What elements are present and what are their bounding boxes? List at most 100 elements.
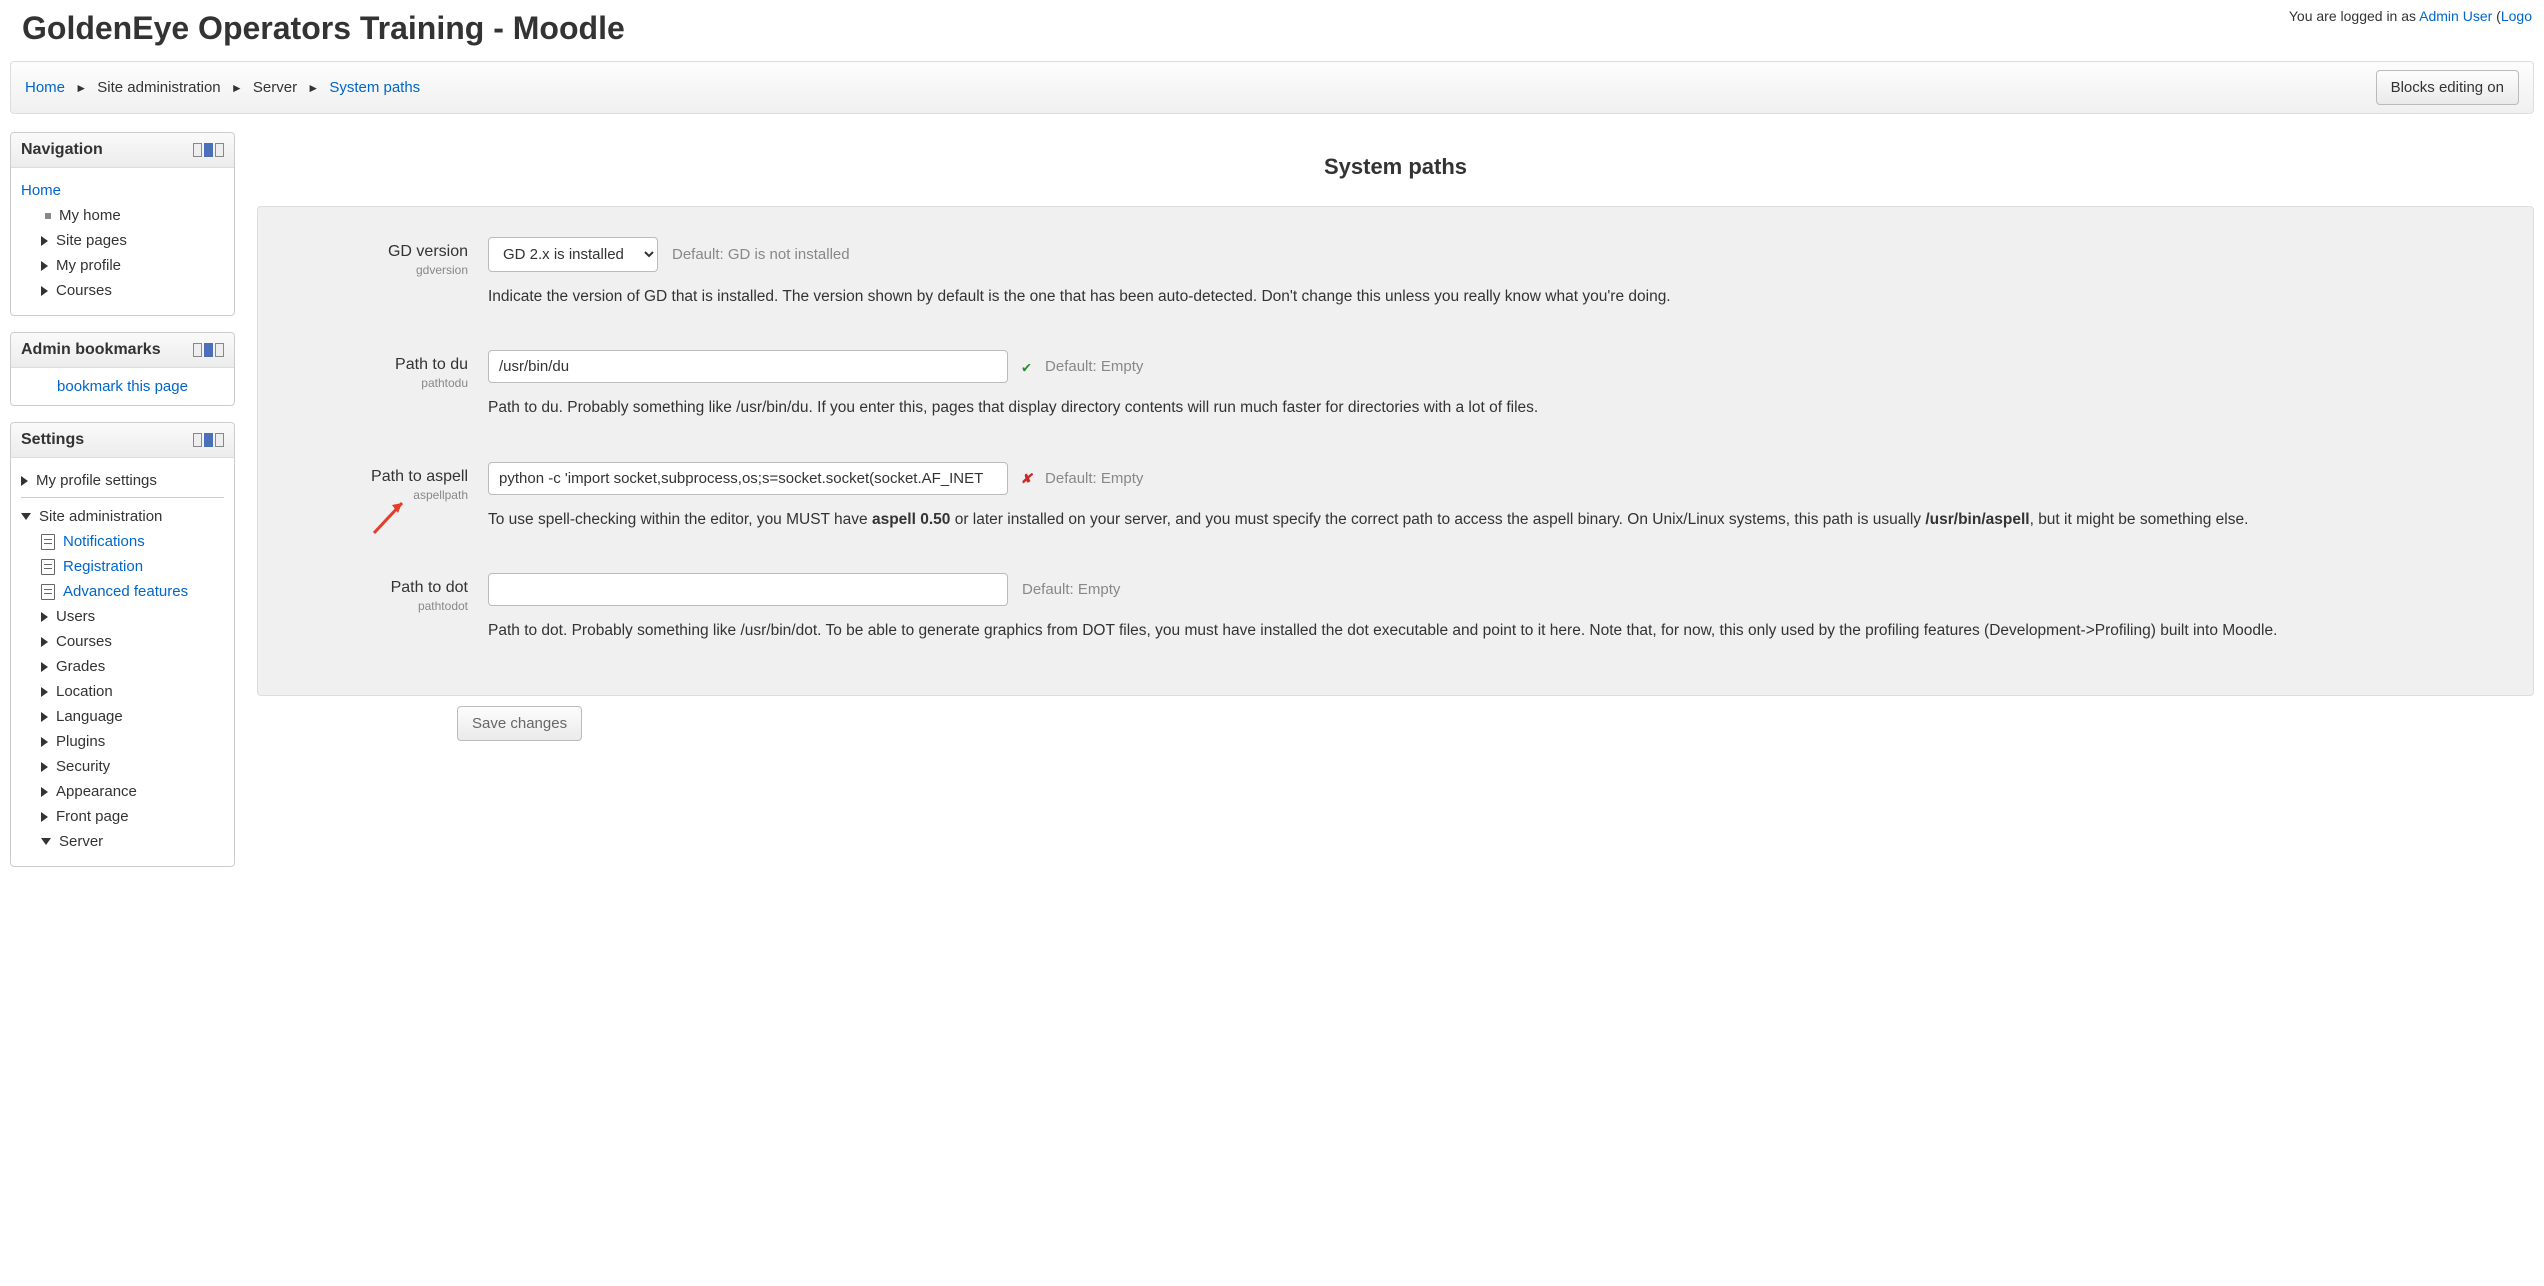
du-default-hint: Default: Empty xyxy=(1045,358,1143,375)
settings-users[interactable]: Users xyxy=(56,608,95,625)
dot-sublabel: pathtodot xyxy=(288,599,468,613)
settings-my-profile[interactable]: My profile settings xyxy=(36,472,157,489)
block-dock-icon[interactable] xyxy=(204,433,213,447)
nav-my-home[interactable]: My home xyxy=(59,207,121,224)
login-info: You are logged in as Admin User (Logo xyxy=(2289,6,2532,24)
du-sublabel: pathtodu xyxy=(288,376,468,390)
block-dock-icon[interactable] xyxy=(204,343,213,357)
caret-right-icon[interactable] xyxy=(41,812,48,822)
site-title: GoldenEye Operators Training - Moodle xyxy=(12,6,635,61)
nav-site-pages[interactable]: Site pages xyxy=(56,232,127,249)
block-hide-icon[interactable] xyxy=(193,143,202,157)
settings-block-title: Settings xyxy=(21,431,84,449)
caret-right-icon[interactable] xyxy=(41,612,48,622)
caret-right-icon[interactable] xyxy=(41,236,48,246)
divider xyxy=(21,497,224,498)
breadcrumb-home[interactable]: Home xyxy=(25,79,65,96)
du-description: Path to du. Probably something like /usr… xyxy=(488,397,2503,419)
nav-courses[interactable]: Courses xyxy=(56,282,112,299)
check-icon: ✔ xyxy=(1022,358,1031,376)
form-row-gdversion: GD version gdversion GD 2.x is installed… xyxy=(288,237,2503,308)
blocks-editing-button[interactable]: Blocks editing on xyxy=(2376,70,2519,105)
page-icon xyxy=(41,584,55,600)
block-move-icon[interactable] xyxy=(215,433,224,447)
aspell-sublabel: aspellpath xyxy=(288,488,468,502)
aspell-label: Path to aspell xyxy=(288,468,468,486)
block-move-icon[interactable] xyxy=(215,143,224,157)
page-icon xyxy=(41,534,55,550)
caret-right-icon[interactable] xyxy=(21,476,28,486)
login-user-link[interactable]: Admin User xyxy=(2419,8,2492,24)
breadcrumb-sep-icon: ► xyxy=(307,81,319,95)
breadcrumb-sep-icon: ► xyxy=(75,81,87,95)
navigation-block: Navigation Home My home Site pages My pr… xyxy=(10,132,235,316)
settings-server[interactable]: Server xyxy=(59,833,103,850)
caret-right-icon[interactable] xyxy=(41,687,48,697)
block-dock-icon[interactable] xyxy=(204,143,213,157)
block-hide-icon[interactable] xyxy=(193,343,202,357)
form-row-aspellpath: Path to aspell aspellpath ✘ Default: Emp… xyxy=(288,462,2503,531)
settings-notifications[interactable]: Notifications xyxy=(63,533,145,550)
form-row-pathtodot: Path to dot pathtodot Default: Empty Pat… xyxy=(288,573,2503,642)
caret-right-icon[interactable] xyxy=(41,737,48,747)
breadcrumb-system-paths[interactable]: System paths xyxy=(329,79,420,96)
path-to-du-input[interactable] xyxy=(488,350,1008,383)
save-changes-button[interactable]: Save changes xyxy=(457,706,582,741)
settings-security[interactable]: Security xyxy=(56,758,110,775)
settings-front-page[interactable]: Front page xyxy=(56,808,129,825)
form-row-pathtodu: Path to du pathtodu ✔ Default: Empty Pat… xyxy=(288,350,2503,419)
caret-right-icon[interactable] xyxy=(41,286,48,296)
bookmarks-block: Admin bookmarks bookmark this page xyxy=(10,332,235,406)
login-paren: ( xyxy=(2492,8,2501,24)
gd-default-hint: Default: GD is not installed xyxy=(672,246,850,263)
bookmark-this-page-link[interactable]: bookmark this page xyxy=(11,368,234,405)
breadcrumb-server: Server xyxy=(253,79,297,96)
settings-location[interactable]: Location xyxy=(56,683,113,700)
caret-right-icon[interactable] xyxy=(41,637,48,647)
navbar: Home ► Site administration ► Server ► Sy… xyxy=(10,61,2534,114)
caret-down-icon[interactable] xyxy=(21,513,31,520)
x-icon: ✘ xyxy=(1022,469,1031,487)
caret-right-icon[interactable] xyxy=(41,662,48,672)
aspell-default-hint: Default: Empty xyxy=(1045,470,1143,487)
caret-right-icon[interactable] xyxy=(41,712,48,722)
settings-language[interactable]: Language xyxy=(56,708,123,725)
breadcrumb: Home ► Site administration ► Server ► Sy… xyxy=(25,79,420,96)
nav-home[interactable]: Home xyxy=(21,182,61,199)
caret-right-icon[interactable] xyxy=(41,787,48,797)
path-to-dot-input[interactable] xyxy=(488,573,1008,606)
gd-label: GD version xyxy=(288,243,468,261)
caret-right-icon[interactable] xyxy=(41,762,48,772)
settings-plugins[interactable]: Plugins xyxy=(56,733,105,750)
bookmarks-block-title: Admin bookmarks xyxy=(21,341,161,359)
breadcrumb-site-admin: Site administration xyxy=(97,79,220,96)
settings-registration[interactable]: Registration xyxy=(63,558,143,575)
page-icon xyxy=(41,559,55,575)
settings-courses[interactable]: Courses xyxy=(56,633,112,650)
settings-grades[interactable]: Grades xyxy=(56,658,105,675)
settings-appearance[interactable]: Appearance xyxy=(56,783,137,800)
dot-default-hint: Default: Empty xyxy=(1022,581,1120,598)
settings-advanced-features[interactable]: Advanced features xyxy=(63,583,188,600)
caret-right-icon[interactable] xyxy=(41,261,48,271)
gd-version-select[interactable]: GD 2.x is installed xyxy=(488,237,658,272)
block-move-icon[interactable] xyxy=(215,343,224,357)
login-prefix: You are logged in as xyxy=(2289,8,2419,24)
aspell-description: To use spell-checking within the editor,… xyxy=(488,509,2503,531)
dot-label: Path to dot xyxy=(288,579,468,597)
settings-block: Settings My profile settings Site admini… xyxy=(10,422,235,867)
dot-description: Path to dot. Probably something like /us… xyxy=(488,620,2503,642)
path-to-aspell-input[interactable] xyxy=(488,462,1008,495)
gd-sublabel: gdversion xyxy=(288,263,468,277)
caret-down-icon[interactable] xyxy=(41,838,51,845)
bullet-icon xyxy=(45,213,51,219)
block-hide-icon[interactable] xyxy=(193,433,202,447)
nav-my-profile[interactable]: My profile xyxy=(56,257,121,274)
page-title: System paths xyxy=(257,154,2534,180)
navigation-block-title: Navigation xyxy=(21,141,103,159)
gd-description: Indicate the version of GD that is insta… xyxy=(488,286,2503,308)
settings-site-admin[interactable]: Site administration xyxy=(39,508,162,525)
logout-link[interactable]: Logo xyxy=(2501,8,2532,24)
du-label: Path to du xyxy=(288,356,468,374)
breadcrumb-sep-icon: ► xyxy=(231,81,243,95)
